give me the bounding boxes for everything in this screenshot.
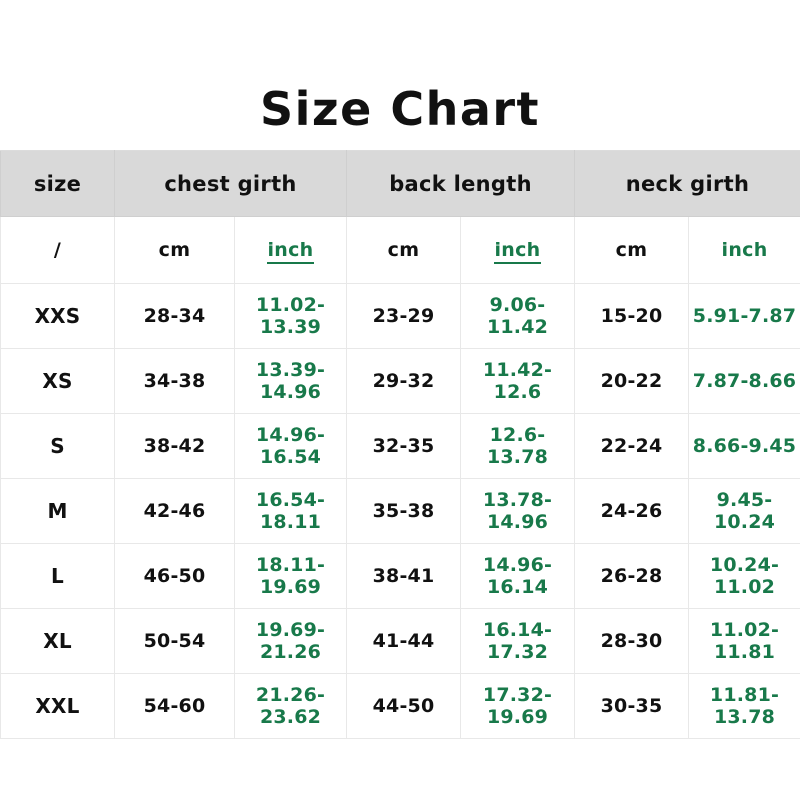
cell-back-inch: 16.14-17.32 [461,609,575,674]
table-row: M 42-46 16.54-18.11 35-38 13.78-14.96 24… [1,479,800,544]
cell-back-inch: 17.32-19.69 [461,674,575,739]
cell-neck-cm: 22-24 [575,414,689,479]
cell-neck-cm: 24-26 [575,479,689,544]
cell-back-inch: 13.78-14.96 [461,479,575,544]
column-header-size: size [1,151,115,217]
unit-chest-cm: cm [115,217,235,284]
cell-neck-inch: 11.81-13.78 [689,674,800,739]
cell-size: M [1,479,115,544]
cell-back-cm: 38-41 [347,544,461,609]
cell-back-inch: 11.42-12.6 [461,349,575,414]
cell-back-inch: 12.6-13.78 [461,414,575,479]
table-row: XL 50-54 19.69-21.26 41-44 16.14-17.32 2… [1,609,800,674]
cell-neck-inch: 5.91-7.87 [689,284,800,349]
cell-chest-cm: 34-38 [115,349,235,414]
cell-chest-cm: 54-60 [115,674,235,739]
cell-size: XXL [1,674,115,739]
unit-chest-inch: inch [235,217,347,284]
cell-neck-cm: 20-22 [575,349,689,414]
cell-neck-inch: 9.45-10.24 [689,479,800,544]
cell-size: XXS [1,284,115,349]
table-row: XXS 28-34 11.02-13.39 23-29 9.06-11.42 1… [1,284,800,349]
unit-size-placeholder: / [1,217,115,284]
cell-neck-inch: 11.02-11.81 [689,609,800,674]
unit-chest-inch-label: inch [267,239,313,264]
cell-back-cm: 41-44 [347,609,461,674]
cell-neck-inch: 7.87-8.66 [689,349,800,414]
cell-back-cm: 44-50 [347,674,461,739]
cell-back-cm: 29-32 [347,349,461,414]
cell-back-cm: 32-35 [347,414,461,479]
cell-chest-inch: 13.39-14.96 [235,349,347,414]
cell-chest-cm: 46-50 [115,544,235,609]
cell-chest-cm: 42-46 [115,479,235,544]
cell-neck-cm: 30-35 [575,674,689,739]
cell-chest-inch: 14.96-16.54 [235,414,347,479]
unit-back-inch-label: inch [494,239,540,264]
cell-back-cm: 23-29 [347,284,461,349]
size-chart-table: size chest girth back length neck girth … [0,150,800,739]
unit-neck-inch: inch [689,217,800,284]
unit-back-cm: cm [347,217,461,284]
title-row: Size Chart [0,68,800,150]
cell-chest-inch: 11.02-13.39 [235,284,347,349]
cell-chest-inch: 16.54-18.11 [235,479,347,544]
cell-size: L [1,544,115,609]
cell-chest-inch: 21.26-23.62 [235,674,347,739]
cell-neck-cm: 28-30 [575,609,689,674]
unit-back-inch: inch [461,217,575,284]
table-row: XS 34-38 13.39-14.96 29-32 11.42-12.6 20… [1,349,800,414]
cell-neck-cm: 15-20 [575,284,689,349]
table-row: S 38-42 14.96-16.54 32-35 12.6-13.78 22-… [1,414,800,479]
table-unit-row: / cm inch cm inch cm inch [1,217,800,284]
page-title: Size Chart [260,82,540,136]
cell-neck-inch: 10.24-11.02 [689,544,800,609]
column-header-neck-girth: neck girth [575,151,800,217]
column-header-chest-girth: chest girth [115,151,347,217]
table-row: XXL 54-60 21.26-23.62 44-50 17.32-19.69 … [1,674,800,739]
cell-chest-inch: 19.69-21.26 [235,609,347,674]
cell-chest-inch: 18.11-19.69 [235,544,347,609]
table-row: L 46-50 18.11-19.69 38-41 14.96-16.14 26… [1,544,800,609]
cell-back-inch: 14.96-16.14 [461,544,575,609]
cell-size: XL [1,609,115,674]
cell-neck-cm: 26-28 [575,544,689,609]
table-group-header-row: size chest girth back length neck girth [1,151,800,217]
cell-back-cm: 35-38 [347,479,461,544]
cell-chest-cm: 28-34 [115,284,235,349]
cell-chest-cm: 38-42 [115,414,235,479]
cell-back-inch: 9.06-11.42 [461,284,575,349]
cell-chest-cm: 50-54 [115,609,235,674]
cell-size: XS [1,349,115,414]
cell-neck-inch: 8.66-9.45 [689,414,800,479]
column-header-back-length: back length [347,151,575,217]
unit-neck-cm: cm [575,217,689,284]
size-chart-container: Size Chart size chest girth back length … [0,68,800,730]
cell-size: S [1,414,115,479]
